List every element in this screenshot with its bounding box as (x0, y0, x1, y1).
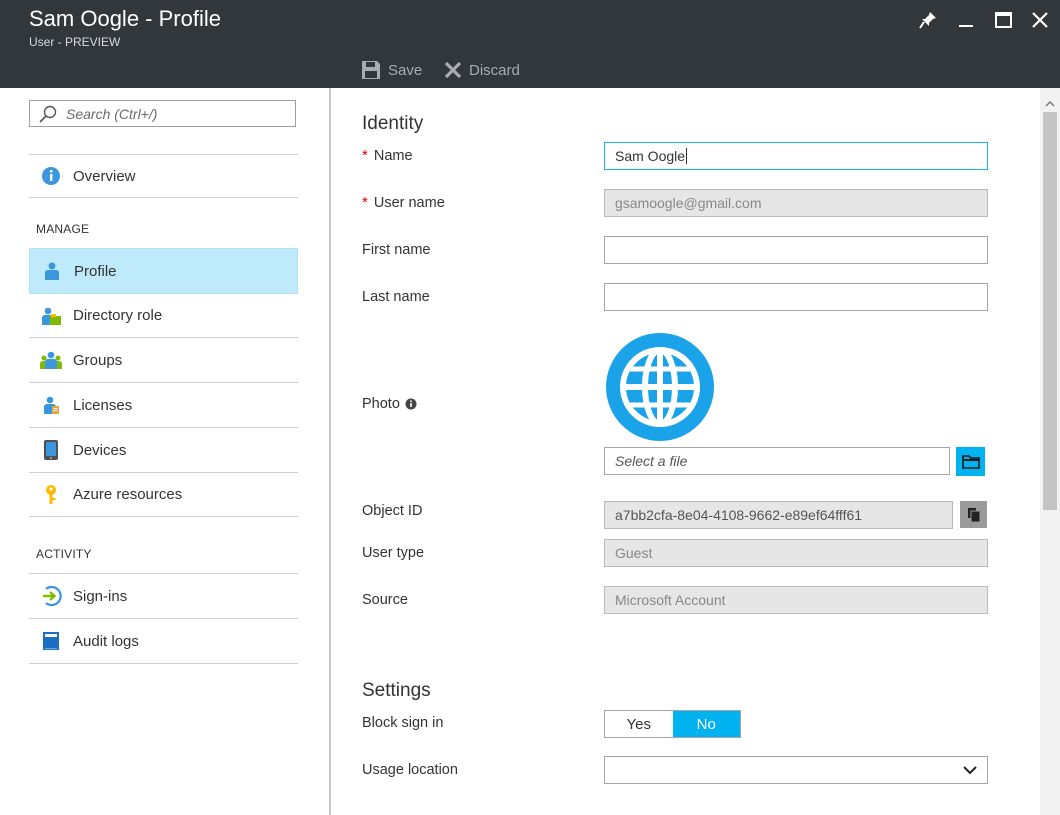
section-header-activity: ACTIVITY (36, 547, 92, 561)
key-icon (29, 484, 73, 506)
objectid-label: Object ID (362, 503, 423, 519)
minimize-icon[interactable] (953, 8, 979, 32)
source-label: Source (362, 592, 408, 608)
sidebar-item-label: Profile (74, 262, 117, 280)
photo-label: Photo (362, 396, 417, 412)
source-field[interactable]: Microsoft Account (604, 586, 988, 614)
sidebar-item-audit-logs[interactable]: Audit logs (29, 619, 298, 664)
chevron-down-icon (963, 766, 977, 775)
usage-location-select[interactable] (604, 756, 988, 784)
sign-in-icon (29, 585, 73, 607)
usertype-value: Guest (615, 545, 653, 561)
copy-icon (967, 507, 980, 522)
name-label: * Name (362, 147, 413, 164)
sidebar-item-devices[interactable]: Devices (29, 428, 298, 473)
sidebar-item-licenses[interactable]: Licenses (29, 383, 298, 428)
pin-icon[interactable] (915, 8, 941, 32)
browse-file-button[interactable] (956, 447, 985, 476)
sidebar-item-profile[interactable]: Profile (29, 248, 298, 294)
firstname-field[interactable] (604, 236, 988, 264)
username-value: gsamoogle@gmail.com (615, 195, 762, 211)
block-signin-toggle[interactable]: Yes No (604, 710, 741, 738)
block-signin-label: Block sign in (362, 715, 444, 731)
save-icon (362, 61, 380, 79)
toggle-yes[interactable]: Yes (605, 711, 673, 737)
save-button[interactable]: Save (361, 58, 422, 82)
lastname-field[interactable] (604, 283, 988, 311)
page-title: Sam Oogle - Profile (29, 6, 221, 31)
discard-label: Discard (469, 61, 520, 79)
globe-avatar-icon (606, 333, 714, 446)
usage-location-label: Usage location (362, 762, 458, 778)
objectid-field[interactable]: a7bb2cfa-8e04-4108-9662-e89ef64fff61 (604, 501, 953, 529)
source-value: Microsoft Account (615, 592, 726, 608)
text-caret (686, 148, 688, 164)
photo-file-placeholder: Select a file (615, 453, 688, 469)
sidebar-item-overview[interactable]: Overview (29, 155, 298, 198)
sidebar-item-label: Groups (73, 351, 123, 369)
name-value: Sam Oogle (615, 148, 686, 164)
scroll-up-icon[interactable] (1045, 95, 1055, 113)
photo-label-text: Photo (362, 396, 400, 412)
section-title-settings: Settings (362, 680, 431, 701)
objectid-value: a7bb2cfa-8e04-4108-9662-e89ef64fff61 (615, 507, 863, 523)
search-placeholder: Search (Ctrl+/) (66, 105, 158, 122)
username-label-text: User name (373, 194, 445, 211)
sidebar-item-label: Devices (73, 441, 127, 459)
sidebar-item-label: Licenses (73, 396, 133, 414)
page-subtitle: User - PREVIEW (29, 35, 121, 49)
device-icon (29, 439, 73, 461)
required-marker: * (362, 194, 368, 211)
required-marker: * (362, 147, 368, 164)
sidebar-divider (329, 88, 331, 815)
name-label-text: Name (373, 147, 413, 164)
section-header-manage: MANAGE (36, 222, 90, 236)
maximize-icon[interactable] (990, 8, 1016, 32)
name-field[interactable]: Sam Oogle (604, 142, 988, 170)
folder-icon (961, 454, 980, 469)
sidebar-item-azure-resources[interactable]: Azure resources (29, 473, 298, 517)
save-label: Save (388, 61, 423, 79)
username-field[interactable]: gsamoogle@gmail.com (604, 189, 988, 217)
info-icon[interactable] (405, 398, 417, 410)
directory-role-icon (29, 306, 73, 326)
usertype-label: User type (362, 545, 425, 561)
sidebar-item-label: Overview (73, 167, 136, 185)
copy-button[interactable] (960, 501, 987, 528)
discard-button[interactable]: Discard (444, 58, 520, 82)
lastname-label: Last name (362, 289, 430, 305)
sidebar-item-label: Directory role (73, 307, 163, 324)
scrollbar-thumb[interactable] (1043, 112, 1057, 510)
sidebar-item-label: Azure resources (73, 486, 183, 503)
search-icon (39, 105, 57, 123)
info-icon (29, 166, 73, 186)
section-title-identity: Identity (362, 113, 424, 134)
firstname-label: First name (362, 242, 431, 258)
close-icon[interactable] (1027, 8, 1053, 32)
sidebar-item-sign-ins[interactable]: Sign-ins (29, 574, 298, 619)
licenses-icon (29, 395, 73, 415)
sidebar-item-directory-role[interactable]: Directory role (29, 294, 298, 338)
search-input[interactable]: Search (Ctrl+/) (29, 100, 296, 127)
blade-header: Sam Oogle - Profile User - PREVIEW Save … (0, 0, 1060, 88)
user-icon (30, 261, 74, 281)
toggle-no[interactable]: No (672, 711, 740, 737)
groups-icon (29, 350, 73, 370)
audit-log-icon (29, 631, 73, 651)
discard-icon (444, 61, 462, 79)
username-label: * User name (362, 194, 445, 211)
sidebar-item-label: Audit logs (73, 632, 139, 650)
sidebar-item-label: Sign-ins (73, 587, 128, 605)
sidebar-item-groups[interactable]: Groups (29, 338, 298, 383)
usertype-field[interactable]: Guest (604, 539, 988, 567)
photo-file-input[interactable]: Select a file (604, 447, 950, 475)
